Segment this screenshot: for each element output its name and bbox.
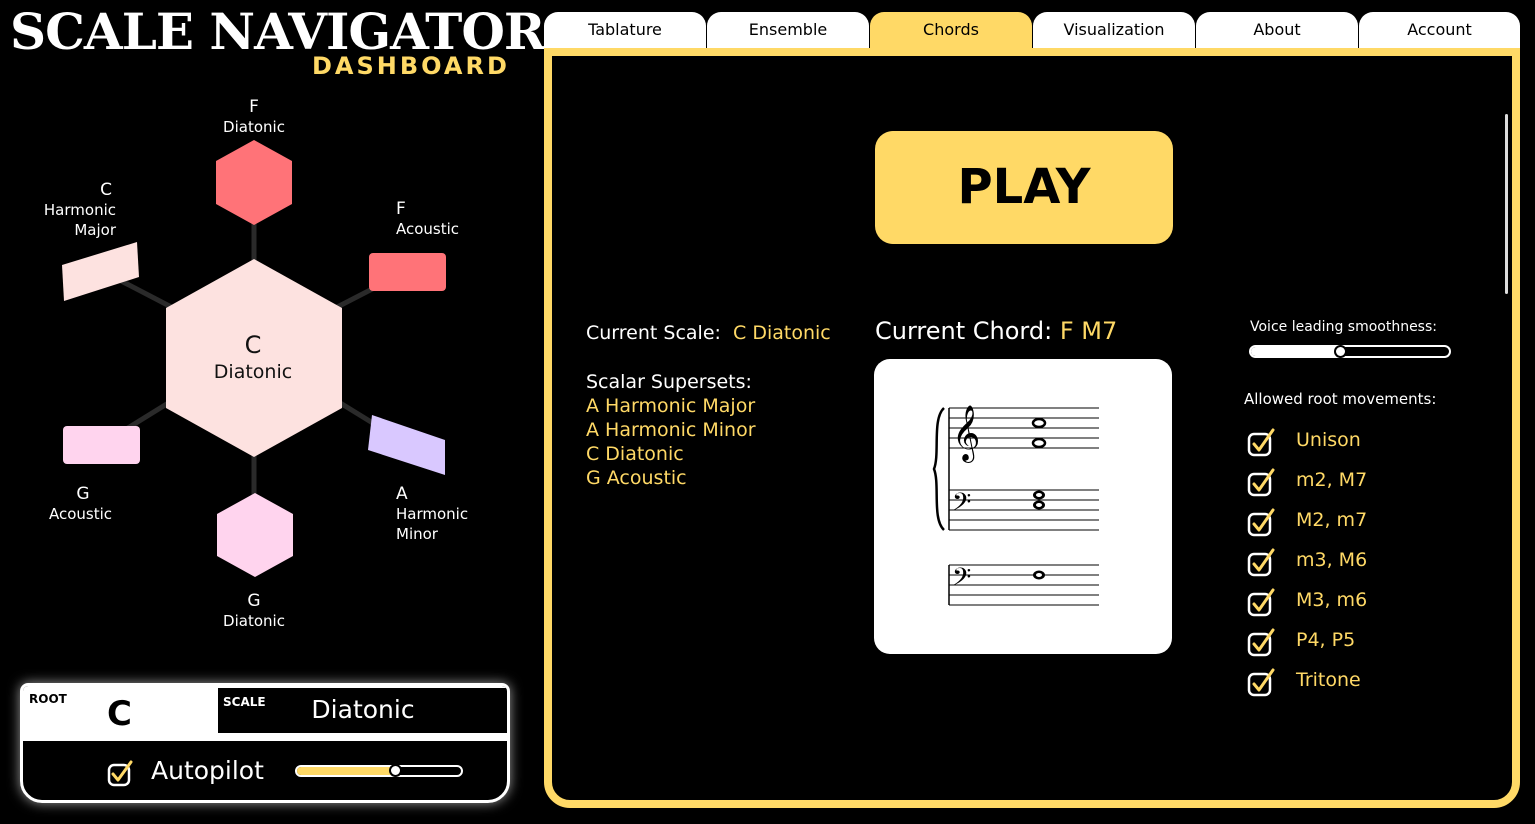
autopilot-slider-fill	[297, 767, 396, 775]
node-label-c-harmonic-major: C Harmonic Major	[43, 180, 116, 239]
current-scale-value: C Diatonic	[733, 322, 831, 344]
node-label-f-diatonic: F Diatonic	[223, 97, 285, 136]
tab-chords[interactable]: Chords	[870, 12, 1032, 48]
center-node-label: C Diatonic	[213, 331, 293, 384]
checkbox-icon[interactable]	[1246, 506, 1278, 538]
checkbox-icon[interactable]	[1246, 666, 1278, 698]
superset-item[interactable]: C Diatonic	[586, 442, 756, 466]
root-scale-header: ROOT C SCALE Diatonic	[23, 686, 507, 741]
root-movement-m3-M6[interactable]: m3, M6	[1246, 546, 1486, 586]
root-movement-P4-P5[interactable]: P4, P5	[1246, 626, 1486, 666]
superset-item[interactable]: G Acoustic	[586, 466, 756, 490]
root-movement-tritone[interactable]: Tritone	[1246, 666, 1486, 706]
root-label: ROOT	[29, 692, 67, 706]
current-scale: Current Scale: C Diatonic	[586, 322, 831, 344]
graph-node-c-harmonic-major[interactable]	[62, 242, 139, 301]
current-chord-value: F M7	[1059, 317, 1118, 345]
node-label-f-acoustic: F Acoustic	[396, 199, 460, 238]
supersets-label: Scalar Supersets:	[586, 371, 752, 393]
scale-value: Diatonic	[311, 695, 415, 724]
root-movement-M3-m6[interactable]: M3, m6	[1246, 586, 1486, 626]
tab-bar: Tablature Ensemble Chords Visualization …	[544, 12, 1520, 48]
root-movement-label: Tritone	[1296, 669, 1361, 691]
tab-account[interactable]: Account	[1359, 12, 1520, 48]
root-movement-label: M2, m7	[1296, 509, 1368, 531]
root-movement-label: m3, M6	[1296, 549, 1368, 571]
current-chord: Current Chord: F M7	[875, 317, 1117, 345]
root-movement-label: M3, m6	[1296, 589, 1368, 611]
superset-item[interactable]: A Harmonic Minor	[586, 418, 756, 442]
node-label-g-acoustic: G Acoustic	[48, 484, 112, 523]
music-staff: 𝄞 𝄢 𝄢	[932, 405, 1099, 606]
bass-clef-icon: 𝄢	[952, 488, 971, 523]
voice-leading-slider[interactable]	[1249, 344, 1451, 358]
tab-tablature[interactable]: Tablature	[544, 12, 706, 48]
autopilot-checkbox[interactable]	[107, 759, 135, 787]
scalar-supersets: Scalar Supersets: A Harmonic Major A Har…	[586, 370, 756, 490]
root-movement-unison[interactable]: Unison	[1246, 426, 1486, 466]
checkbox-icon[interactable]	[1246, 626, 1278, 658]
voice-leading-label: Voice leading smoothness:	[1250, 319, 1437, 335]
superset-item[interactable]: A Harmonic Major	[586, 394, 756, 418]
voice-leading-slider-fill	[1251, 347, 1341, 356]
tab-about[interactable]: About	[1196, 12, 1358, 48]
root-value[interactable]: C	[107, 694, 132, 734]
autopilot-slider-knob[interactable]	[389, 764, 403, 777]
tab-ensemble[interactable]: Ensemble	[707, 12, 869, 48]
chord-notation-card: 𝄞 𝄢 𝄢	[874, 359, 1172, 654]
root-movement-label: Unison	[1296, 429, 1361, 451]
treble-clef-icon: 𝄞	[952, 405, 980, 463]
autopilot-slider[interactable]	[295, 764, 463, 777]
node-label-g-diatonic: G Diatonic	[223, 591, 285, 630]
graph-node-f-diatonic[interactable]	[216, 140, 292, 225]
graph-node-g-diatonic[interactable]	[217, 493, 293, 577]
root-movement-label: P4, P5	[1296, 629, 1356, 651]
node-label-a-harmonic-minor: A Harmonic Minor	[396, 484, 469, 543]
root-movement-M2-m7[interactable]: M2, m7	[1246, 506, 1486, 546]
root-movements-label: Allowed root movements:	[1244, 390, 1437, 408]
autopilot-label: Autopilot	[151, 756, 264, 785]
checkbox-icon[interactable]	[1246, 546, 1278, 578]
checkbox-icon[interactable]	[1246, 586, 1278, 618]
current-chord-label: Current Chord:	[875, 317, 1053, 345]
graph-node-a-harmonic-minor[interactable]	[368, 415, 445, 475]
checkbox-icon[interactable]	[1246, 466, 1278, 498]
current-scale-label: Current Scale:	[586, 322, 721, 344]
graph-node-g-acoustic[interactable]	[63, 426, 140, 464]
graph-node-f-acoustic[interactable]	[369, 253, 446, 291]
root-scale-panel: ROOT C SCALE Diatonic Autopilot	[20, 683, 510, 803]
scale-selector[interactable]: SCALE Diatonic	[218, 688, 507, 733]
root-movement-label: m2, M7	[1296, 469, 1368, 491]
root-movement-m2-M7[interactable]: m2, M7	[1246, 466, 1486, 506]
voice-leading-slider-knob[interactable]	[1334, 344, 1348, 358]
brace-icon	[932, 407, 945, 531]
chords-panel: PLAY Current Scale: C Diatonic Scalar Su…	[544, 48, 1520, 808]
app-subtitle: DASHBOARD	[312, 52, 510, 80]
bass-clef-icon: 𝄢	[952, 563, 971, 598]
tab-visualization[interactable]: Visualization	[1033, 12, 1195, 48]
checkbox-icon[interactable]	[1246, 426, 1278, 458]
play-button[interactable]: PLAY	[875, 131, 1173, 244]
scrollbar[interactable]	[1505, 114, 1508, 294]
